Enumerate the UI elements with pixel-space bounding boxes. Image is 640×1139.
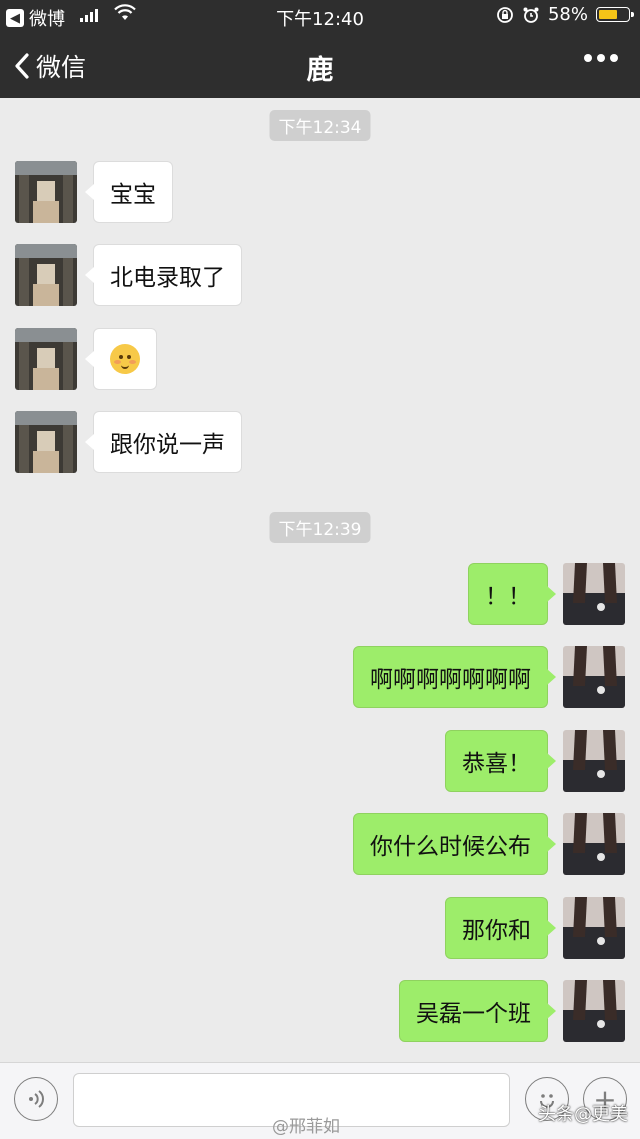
user-avatar[interactable] (563, 646, 625, 708)
timestamp: 下午12:39 (269, 512, 371, 543)
timestamp: 下午12:34 (269, 110, 371, 141)
message-row: 啊啊啊啊啊啊啊 (0, 646, 640, 710)
alarm-icon (523, 7, 539, 23)
message-bubble[interactable]: 啊啊啊啊啊啊啊 (353, 646, 556, 708)
more-options-button[interactable] (584, 54, 618, 62)
user-avatar[interactable] (563, 563, 625, 625)
contact-avatar[interactable] (15, 411, 77, 473)
contact-avatar[interactable] (15, 328, 77, 390)
message-row: 宝宝 (0, 161, 640, 225)
message-bubble[interactable]: 宝宝 (85, 161, 173, 223)
battery-percent: 58% (547, 4, 588, 25)
message-row: 吴磊一个班 (0, 980, 640, 1044)
message-bubble[interactable]: 恭喜！ (445, 730, 556, 792)
status-bar: ◀ 微博 下午12:40 58% (0, 0, 640, 32)
rotation-lock-icon (497, 6, 513, 23)
contact-avatar[interactable] (15, 161, 77, 223)
message-bubble[interactable]: 你什么时候公布 (353, 813, 556, 875)
weibo-watermark: @邢菲如 (272, 1117, 340, 1137)
message-row: 那你和 (0, 897, 640, 961)
top-bar: ◀ 微博 下午12:40 58% 微信 鹿 (0, 0, 640, 98)
message-bubble[interactable]: 北电录取了 (85, 244, 242, 306)
message-bubble[interactable]: 跟你说一声 (85, 411, 242, 473)
message-bubble[interactable] (85, 328, 157, 390)
message-bubble[interactable]: 那你和 (445, 897, 556, 959)
nav-bar: 微信 鹿 (0, 34, 640, 98)
voice-icon (29, 1090, 44, 1108)
message-row (0, 328, 640, 392)
message-bubble[interactable]: ！！ (468, 563, 556, 625)
user-avatar[interactable] (563, 730, 625, 792)
chat-title: 鹿 (306, 55, 334, 86)
user-avatar[interactable] (563, 980, 625, 1042)
contact-avatar[interactable] (15, 244, 77, 306)
battery-icon (596, 7, 634, 22)
message-bubble[interactable]: 吴磊一个班 (399, 980, 556, 1042)
user-avatar[interactable] (563, 813, 625, 875)
user-avatar[interactable] (563, 897, 625, 959)
message-row: ！！ (0, 563, 640, 627)
toutiao-watermark: 头条@更美 (538, 1104, 628, 1125)
message-row: 你什么时候公布 (0, 813, 640, 877)
message-row: 恭喜！ (0, 730, 640, 794)
voice-input-button[interactable] (14, 1077, 58, 1121)
message-row: 北电录取了 (0, 244, 640, 308)
smiling-blush-emoji-icon (110, 344, 140, 374)
message-row: 跟你说一声 (0, 411, 640, 475)
